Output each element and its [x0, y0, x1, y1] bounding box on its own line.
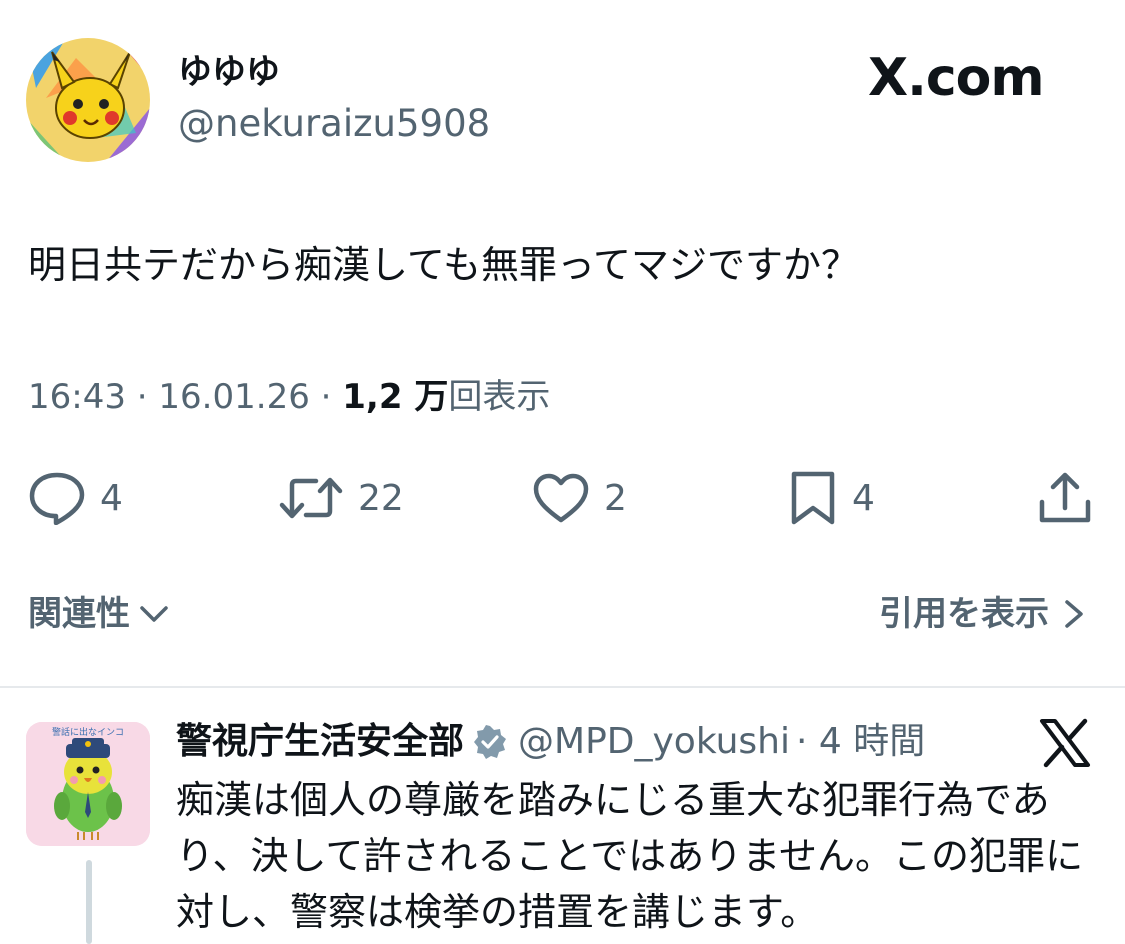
heart-icon — [533, 473, 589, 523]
author-handle[interactable]: @nekuraizu5908 — [178, 102, 490, 146]
meta-separator: · — [136, 377, 159, 417]
reply-header: 警視庁生活安全部 @MPD_yokushi · 4 時間 — [176, 718, 925, 766]
reply-handle[interactable]: @MPD_yokushi — [518, 718, 790, 766]
thread-line — [86, 860, 92, 944]
author-avatar[interactable] — [26, 38, 150, 162]
tweet-time[interactable]: 16:43 — [28, 377, 126, 417]
chevron-right-icon — [1065, 600, 1083, 628]
tweet-date[interactable]: 16.01.26 — [158, 377, 309, 417]
tweet-meta: 16:43 · 16.01.26 · 1,2 万回表示 — [28, 374, 550, 420]
divider — [0, 686, 1125, 688]
share-button[interactable] — [1036, 470, 1094, 526]
views-label: 回表示 — [448, 377, 551, 417]
bookmark-count: 4 — [852, 477, 875, 519]
meta-separator: · — [320, 377, 343, 417]
view-quotes-link[interactable]: 引用を表示 — [879, 590, 1089, 638]
reply-button[interactable]: 4 — [28, 470, 123, 526]
views-count: 1,2 万 — [342, 377, 449, 417]
chevron-down-icon — [140, 606, 168, 622]
bookmark-button[interactable]: 4 — [788, 470, 875, 526]
reply-count: 4 — [100, 477, 123, 519]
related-sort-button[interactable]: 関連性 — [28, 590, 172, 638]
related-label: 関連性 — [28, 594, 130, 634]
reply-display-name[interactable]: 警視庁生活安全部 — [176, 718, 464, 766]
reply-avatar[interactable]: 警話に出なインコ — [26, 722, 150, 846]
retweet-icon — [279, 477, 343, 519]
brand-watermark: X.com — [868, 48, 1045, 108]
reply-text: 痴漢は個人の尊厳を踏みにじる重大な犯罪行為であり、決して許されることではありませ… — [176, 778, 1084, 934]
like-count: 2 — [604, 477, 627, 519]
parakeet-avatar-icon: 警話に出なインコ — [26, 722, 150, 846]
verified-badge-icon — [474, 725, 507, 759]
author-display-name[interactable]: ゆゆゆ — [178, 52, 280, 92]
reply-icon — [29, 472, 85, 525]
tweet-text: 明日共テだから痴漢しても無罪ってマジですか？ — [28, 243, 860, 287]
quotes-label: 引用を表示 — [879, 594, 1049, 634]
bookmark-icon — [791, 471, 835, 525]
reply-time[interactable]: · 4 時間 — [796, 718, 925, 766]
x-logo-icon — [1040, 718, 1090, 768]
retweet-button[interactable]: 22 — [278, 470, 404, 526]
avatar-caption: 警話に出なインコ — [52, 726, 124, 738]
pikachu-avatar-icon — [26, 38, 150, 162]
retweet-count: 22 — [358, 477, 404, 519]
like-button[interactable]: 2 — [532, 470, 627, 526]
share-icon — [1039, 472, 1091, 523]
